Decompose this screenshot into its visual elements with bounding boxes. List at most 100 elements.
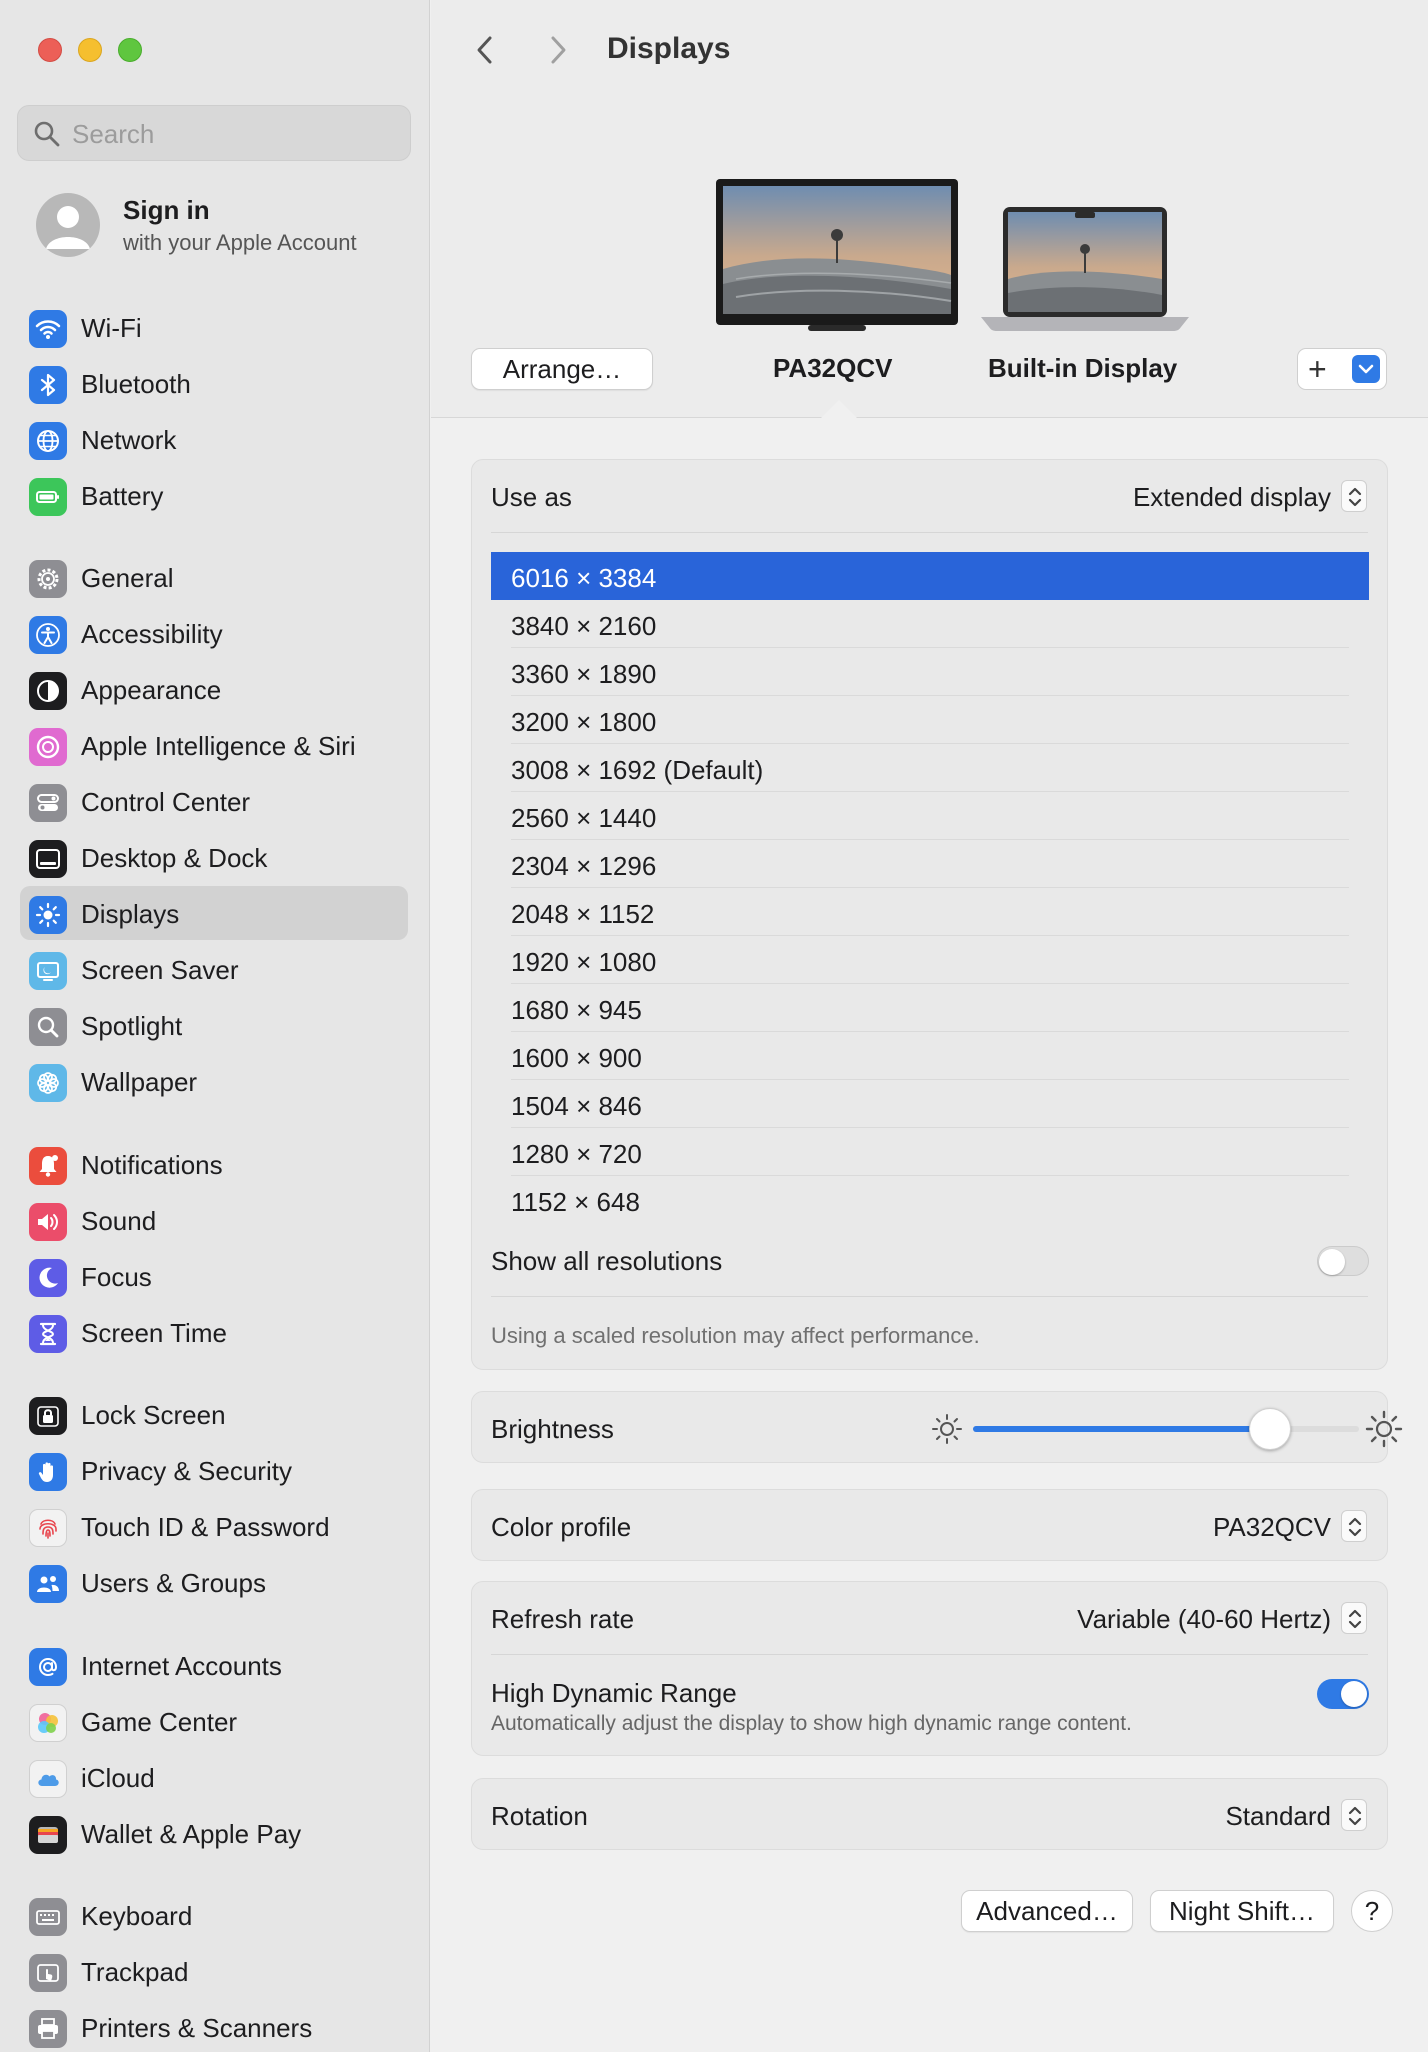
- sidebar-item-label: Control Center: [81, 787, 251, 817]
- display-arrangement-header: Displays Arrange… PA32QCV Built-in Displ…: [431, 0, 1428, 419]
- show-all-resolutions-label: Show all resolutions: [491, 1246, 723, 1276]
- display-name-built-in[interactable]: Built-in Display: [988, 353, 1177, 384]
- sidebar-item-label: Trackpad: [81, 1957, 189, 1987]
- sidebar-item-keyboard[interactable]: Keyboard: [20, 1888, 408, 1942]
- resolution-option[interactable]: 3840 × 2160: [491, 600, 1369, 648]
- resolution-option[interactable]: 1152 × 648: [491, 1176, 1369, 1224]
- sidebar-item-network[interactable]: Network: [20, 412, 408, 466]
- sidebar-item-bluetooth[interactable]: Bluetooth: [20, 356, 408, 410]
- resolution-option[interactable]: 3200 × 1800: [491, 696, 1369, 744]
- sidebar-item-general[interactable]: General: [20, 550, 408, 604]
- resolution-option[interactable]: 2304 × 1296: [491, 840, 1369, 888]
- flower-icon: [29, 1064, 67, 1102]
- account-title: Sign in: [123, 195, 210, 225]
- resolution-option-label: 6016 × 3384: [511, 563, 657, 593]
- sidebar-item-label: Sound: [81, 1206, 157, 1236]
- sidebar-item-spotlight[interactable]: Spotlight: [20, 998, 408, 1052]
- brightness-label: Brightness: [491, 1414, 614, 1444]
- battery-icon: [29, 478, 67, 516]
- forward-chevron-icon[interactable]: [537, 30, 577, 70]
- rotation-value[interactable]: Standard: [1225, 1801, 1331, 1832]
- resolution-option[interactable]: 2048 × 1152: [491, 888, 1369, 936]
- resolution-option[interactable]: 3360 × 1890: [491, 648, 1369, 696]
- resolution-option-label: 1920 × 1080: [511, 947, 657, 977]
- sidebar-item-lock-screen[interactable]: Lock Screen: [20, 1387, 408, 1441]
- rotation-popup-icon[interactable]: [1341, 1799, 1367, 1831]
- sidebar-item-screen-time[interactable]: Screen Time: [20, 1305, 408, 1359]
- sidebar-item-wallet-and-apple-pay[interactable]: Wallet & Apple Pay: [20, 1806, 408, 1860]
- sidebar-item-users-and-groups[interactable]: Users & Groups: [20, 1555, 408, 1609]
- resolution-option-label: 2560 × 1440: [511, 803, 657, 833]
- sidebar-item-label: Screen Time: [81, 1318, 227, 1348]
- sidebar-item-appearance[interactable]: Appearance: [20, 662, 408, 716]
- cloud-icon: [29, 1760, 67, 1798]
- rotation-card: Rotation Standard: [471, 1778, 1388, 1850]
- resolution-option-label: 1680 × 945: [511, 995, 642, 1025]
- color-profile-popup-icon[interactable]: [1341, 1510, 1367, 1542]
- display-name-pa32qcv[interactable]: PA32QCV: [773, 353, 892, 384]
- refresh-rate-value[interactable]: Variable (40-60 Hertz): [1077, 1604, 1331, 1635]
- help-button[interactable]: ?: [1351, 1890, 1393, 1932]
- built-in-display-thumbnail[interactable]: [981, 207, 1189, 331]
- use-as-value[interactable]: Extended display: [1133, 482, 1331, 513]
- hand-icon: [29, 1453, 67, 1491]
- search-input[interactable]: Search: [17, 105, 411, 161]
- resolution-option[interactable]: 1504 × 846: [491, 1080, 1369, 1128]
- resolution-option-label: 1600 × 900: [511, 1043, 642, 1073]
- sidebar-item-label: Wallet & Apple Pay: [81, 1819, 302, 1849]
- sidebar-item-label: Touch ID & Password: [81, 1512, 330, 1542]
- advanced-button[interactable]: Advanced…: [961, 1890, 1133, 1932]
- sidebar-item-icloud[interactable]: iCloud: [20, 1750, 408, 1804]
- sidebar-item-touch-id-and-password[interactable]: Touch ID & Password: [20, 1499, 408, 1553]
- resolution-option[interactable]: 2560 × 1440: [491, 792, 1369, 840]
- resolution-option[interactable]: 1600 × 900: [491, 1032, 1369, 1080]
- sidebar-item-notifications[interactable]: Notifications: [20, 1137, 408, 1191]
- users-icon: [29, 1565, 67, 1603]
- resolution-option-label: 3360 × 1890: [511, 659, 657, 689]
- sidebar-item-desktop-and-dock[interactable]: Desktop & Dock: [20, 830, 408, 884]
- show-all-resolutions-toggle[interactable]: [1317, 1246, 1369, 1276]
- resolution-option-label: 3008 × 1692 (Default): [511, 755, 764, 785]
- minimize-window-button[interactable]: [78, 38, 102, 62]
- printer-icon: [29, 2010, 67, 2048]
- use-as-popup-icon[interactable]: [1341, 480, 1367, 512]
- add-display-button[interactable]: +: [1297, 348, 1387, 390]
- sidebar-item-wallpaper[interactable]: Wallpaper: [20, 1054, 408, 1108]
- sidebar-item-apple-intelligence-and-siri[interactable]: Apple Intelligence & Siri: [20, 718, 408, 772]
- sidebar-item-accessibility[interactable]: Accessibility: [20, 606, 408, 660]
- sidebar-item-internet-accounts[interactable]: Internet Accounts: [20, 1638, 408, 1692]
- sidebar-item-wi-fi[interactable]: Wi-Fi: [20, 300, 408, 354]
- back-chevron-icon[interactable]: [466, 30, 506, 70]
- sidebar-item-focus[interactable]: Focus: [20, 1249, 408, 1303]
- bell-icon: [29, 1147, 67, 1185]
- sidebar-item-battery[interactable]: Battery: [20, 468, 408, 522]
- hdr-toggle[interactable]: [1317, 1679, 1369, 1709]
- resolution-option[interactable]: 3008 × 1692 (Default): [491, 744, 1369, 792]
- external-monitor-thumbnail[interactable]: [716, 179, 958, 331]
- sidebar-item-screen-saver[interactable]: Screen Saver: [20, 942, 408, 996]
- sidebar-item-sound[interactable]: Sound: [20, 1193, 408, 1247]
- brightness-slider[interactable]: [973, 1408, 1359, 1450]
- sidebar-item-displays[interactable]: Displays: [20, 886, 408, 940]
- sidebar-item-game-center[interactable]: Game Center: [20, 1694, 408, 1748]
- color-profile-value[interactable]: PA32QCV: [1213, 1512, 1331, 1543]
- zoom-window-button[interactable]: [118, 38, 142, 62]
- brightness-slider-handle[interactable]: [1249, 1408, 1292, 1450]
- apple-account-sign-in[interactable]: Sign in with your Apple Account: [36, 193, 416, 263]
- sidebar-item-label: Appearance: [81, 675, 222, 705]
- sidebar-item-control-center[interactable]: Control Center: [20, 774, 408, 828]
- arrange-button[interactable]: Arrange…: [471, 348, 653, 390]
- night-shift-button[interactable]: Night Shift…: [1150, 1890, 1334, 1932]
- resolution-option[interactable]: 1680 × 945: [491, 984, 1369, 1032]
- resolution-option[interactable]: 1280 × 720: [491, 1128, 1369, 1176]
- sidebar-item-trackpad[interactable]: Trackpad: [20, 1944, 408, 1998]
- close-window-button[interactable]: [38, 38, 62, 62]
- resolution-option[interactable]: 6016 × 3384: [491, 552, 1369, 600]
- sidebar-item-printers-and-scanners[interactable]: Printers & Scanners: [20, 2000, 408, 2052]
- refresh-rate-popup-icon[interactable]: [1341, 1602, 1367, 1634]
- search-placeholder: Search: [72, 119, 155, 149]
- resolution-option[interactable]: 1920 × 1080: [491, 936, 1369, 984]
- sidebar-item-privacy-and-security[interactable]: Privacy & Security: [20, 1443, 408, 1497]
- chevron-down-icon[interactable]: [1352, 355, 1380, 383]
- rotation-label: Rotation: [491, 1801, 588, 1831]
